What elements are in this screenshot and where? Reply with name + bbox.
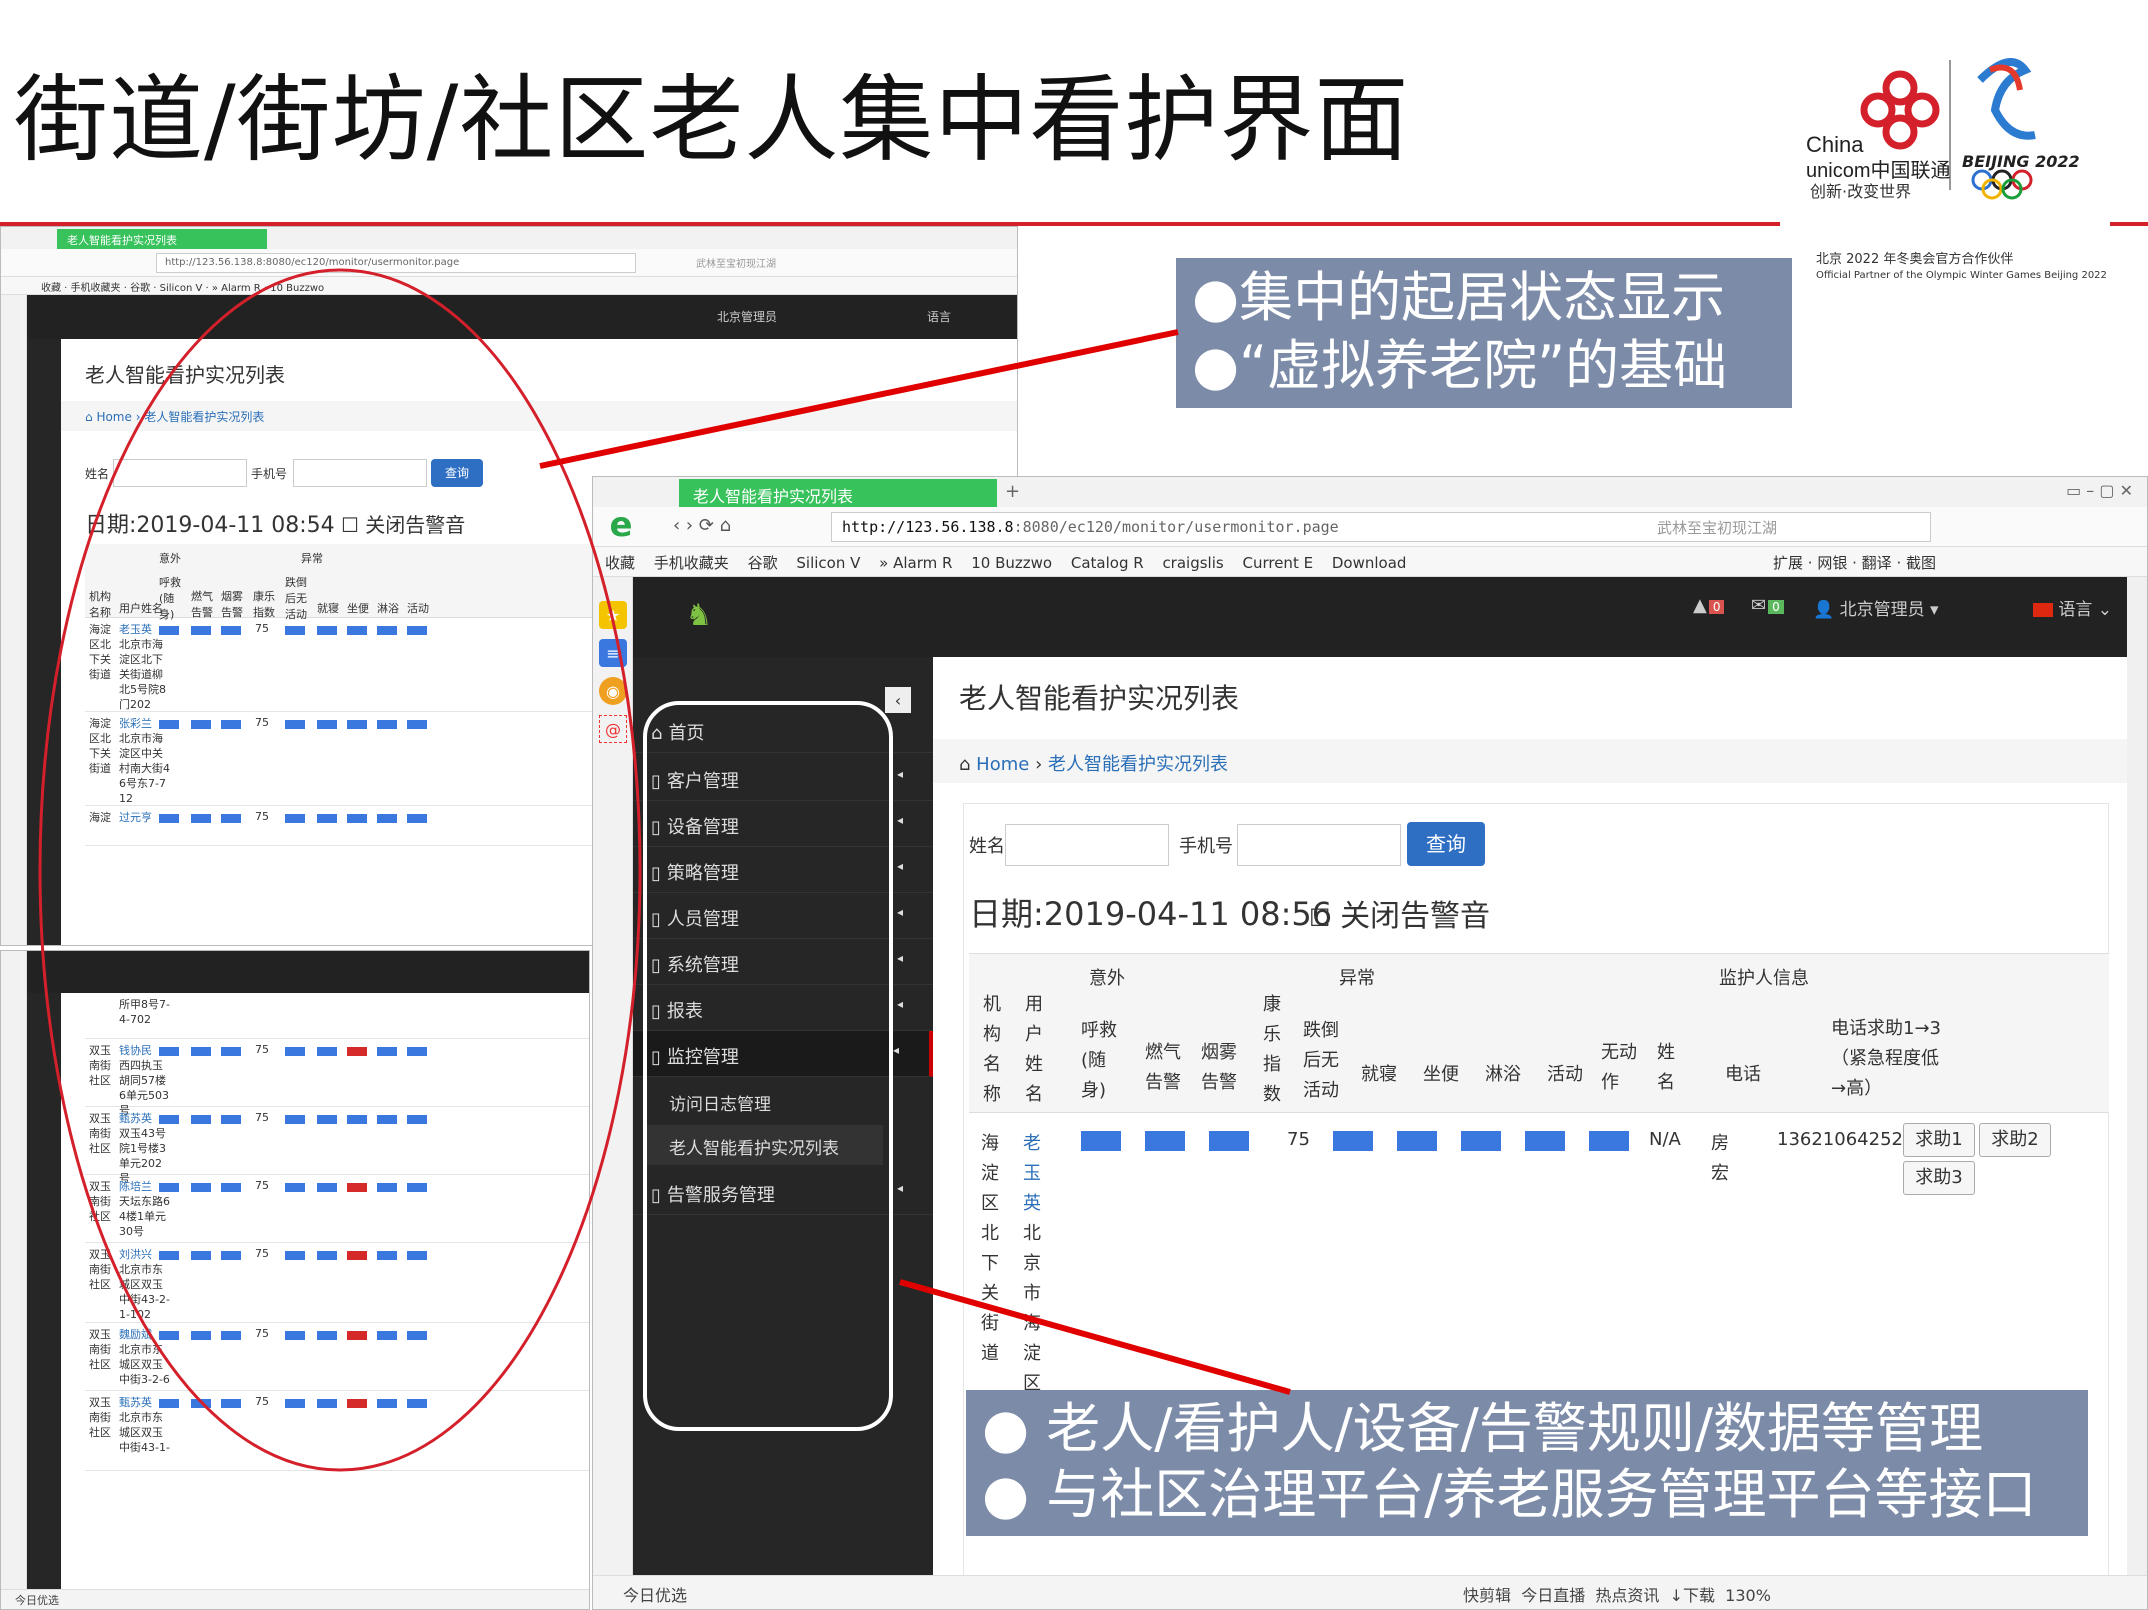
slide: 街道/街坊/社区老人集中看护界面 China unicom中国联通 创新·改变世… bbox=[0, 0, 2148, 1610]
annotation-overlay bbox=[38, 268, 1291, 1472]
connector-top bbox=[539, 329, 1179, 469]
connector-bottom bbox=[899, 1279, 1291, 1395]
highlight-ellipse bbox=[38, 268, 642, 1472]
